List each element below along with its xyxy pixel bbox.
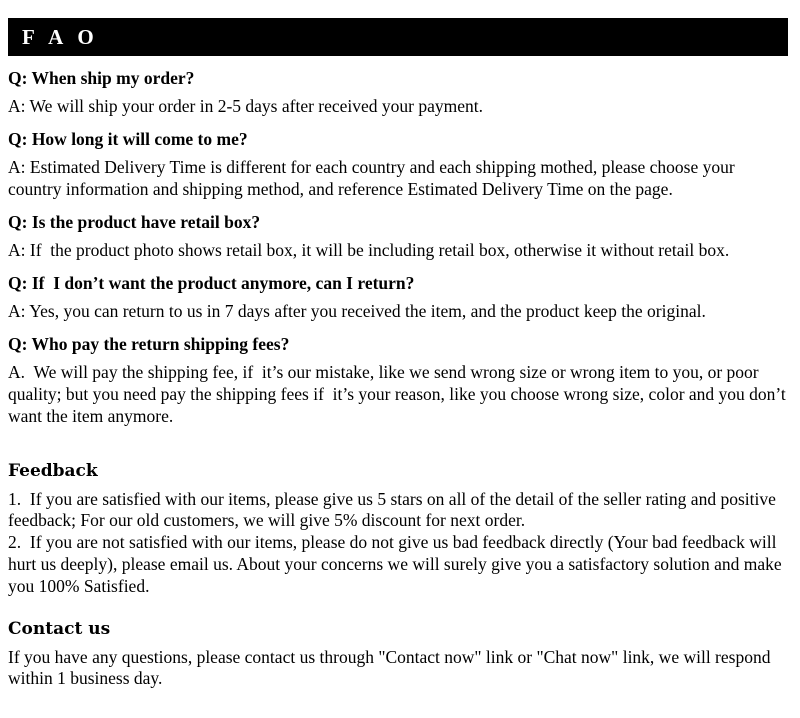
faq-item: Q: If I don’t want the product anymore, … bbox=[8, 270, 790, 331]
faq-answer: A: We will ship your order in 2-5 days a… bbox=[8, 96, 484, 116]
faq-page: F A O Q: When ship my order? A: We will … bbox=[0, 18, 800, 718]
banner-title: F A O bbox=[22, 24, 99, 49]
contact-section: Contact us If you have any questions, pl… bbox=[8, 619, 790, 690]
faq-question: Q: Is the product have retail box? bbox=[8, 212, 261, 233]
faq-question: Q: Who pay the return shipping fees? bbox=[8, 334, 290, 355]
faq-question: Q: When ship my order? bbox=[8, 68, 195, 88]
faq-question: Q: If I don’t want the product anymore, … bbox=[8, 273, 415, 294]
faq-list: Q: When ship my order? A: We will ship y… bbox=[8, 65, 790, 436]
faq-answer: A. We will pay the shipping fee, if it’s… bbox=[8, 362, 791, 427]
contact-title: Contact us bbox=[8, 619, 111, 640]
faq-item: Q: Who pay the return shipping fees? A. … bbox=[8, 331, 790, 436]
faq-answer: A: Estimated Delivery Time is different … bbox=[8, 157, 740, 200]
faq-answer: A: If the product photo shows retail box… bbox=[8, 240, 730, 261]
feedback-section: Feedback 1. If you are satisfied with ou… bbox=[8, 461, 790, 597]
faq-item: Q: How long it will come to me? A: Estim… bbox=[8, 126, 790, 209]
faq-item: Q: Is the product have retail box? A: If… bbox=[8, 209, 790, 270]
faq-banner: F A O bbox=[8, 18, 788, 56]
faq-question: Q: How long it will come to me? bbox=[8, 129, 248, 150]
contact-body: If you have any questions, please contac… bbox=[8, 646, 775, 689]
faq-item: Q: When ship my order? A: We will ship y… bbox=[8, 65, 790, 126]
faq-answer: A: Yes, you can return to us in 7 days a… bbox=[8, 301, 706, 322]
feedback-body: 1. If you are satisfied with our items, … bbox=[8, 488, 782, 596]
feedback-title: Feedback bbox=[8, 461, 98, 482]
